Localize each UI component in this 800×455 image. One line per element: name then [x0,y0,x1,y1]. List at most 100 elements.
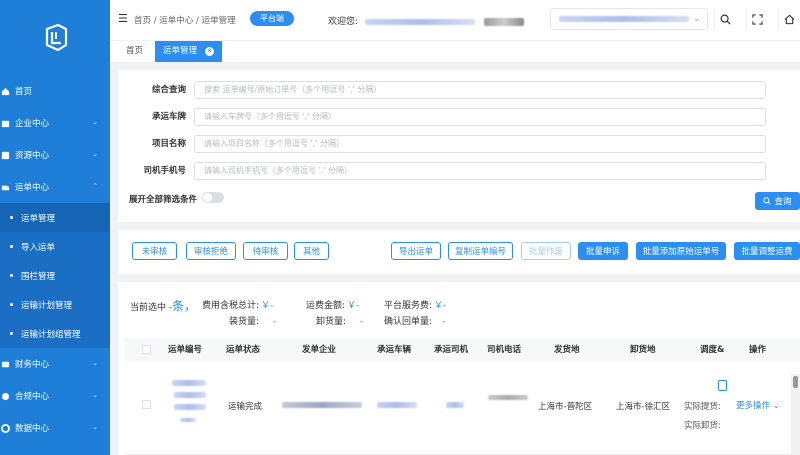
freight-label: 运费金额: [306,301,346,311]
tab-label: 运单管理 [163,46,198,56]
general-search-input[interactable]: 搜索 运单编号/原始订单号（多个用逗号 ',' 分隔） [194,81,766,99]
column-header[interactable]: 运单编号 [168,338,202,362]
review-rejected-filter-button[interactable]: 审核拒绝 [186,242,236,260]
data-icon [0,423,10,433]
chevron-down-icon: ⌄ [92,391,98,399]
bullet-icon [10,274,13,277]
chevron-down-icon: ⌄ [772,401,780,411]
page-tabs: 首页 运单管理 ✕ [110,40,800,62]
bullet-icon [10,216,13,219]
sidebar-item-resource[interactable]: 资源中心 ⌄ [0,139,110,171]
close-icon[interactable]: ✕ [205,47,215,56]
column-header: 发单企业 [302,345,337,355]
batch-void-button[interactable]: 批量作废 [521,242,571,260]
redacted-waybill-number[interactable] [172,380,206,386]
sidebar-item-label: 企业中心 [15,119,50,129]
select-all-checkbox[interactable] [142,345,151,354]
breadcrumb: 首页 / 运单中心 / 运单管理 [134,16,236,26]
filter-panel: 综合查询 搜索 运单编号/原始订单号（多个用逗号 ',' 分隔） 承运车牌 请输… [118,70,800,222]
sidebar-subitem-import[interactable]: 导入运单 [0,232,110,261]
project-input[interactable]: 请输入项目名称（多个用逗号 ',' 分隔） [194,135,766,153]
sidebar-item-label: 数据中心 [15,424,50,434]
sidebar-item-label: 财务中心 [15,360,50,370]
sidebar-item-label: 运单中心 [15,183,50,193]
bullet-icon [10,332,13,335]
other-filter-button[interactable]: 其他 [294,242,329,260]
redacted-waybill-number [180,418,196,422]
freight-value: ￥- [347,301,360,311]
query-button-label: 查询 [774,197,792,207]
chevron-down-icon: ⌄ [92,359,98,367]
unreviewed-filter-button[interactable]: 未审核 [132,242,177,260]
batch-appeal-button[interactable]: 批量申诉 [578,242,628,260]
welcome-text: 欢迎您: [328,14,524,27]
column-header: 承运车辆 [377,345,412,355]
freight-total: 运费金额: ￥- [306,298,359,311]
sidebar-item-company[interactable]: 企业中心 ⌄ [0,107,110,139]
expand-filters-toggle[interactable] [202,192,224,203]
receipt-total: 确认回单量: - [384,314,445,327]
sidebar-subitem-label: 围栏管理 [21,271,56,282]
plate-input[interactable]: 请输入车牌号（多个用逗号 ',' 分隔） [194,108,766,126]
fullscreen-icon[interactable] [746,8,768,30]
tab-home[interactable]: 首页 [118,41,151,62]
sidebar-item-label: 首页 [15,87,33,97]
top-bar: ☰ 首页 / 运单中心 / 运单管理 平台端 欢迎您: ⌄ [110,0,800,40]
fee-total: 费用含税总计: ￥- [202,298,273,311]
sidebar-item-home[interactable]: 首页 [0,75,110,107]
sidebar-subitem-label: 运单管理 [21,213,56,224]
vertical-scrollbar[interactable] [791,374,800,455]
breadcrumb-item[interactable]: 首页 [134,16,151,26]
breadcrumb-item[interactable]: 运单中心 [159,16,193,26]
table-header: 运单编号 运单状态 发单企业 承运车辆 承运司机 司机电话 发货地 卸货地 调度… [124,338,800,362]
row-checkbox[interactable] [142,400,151,409]
sidebar-subitem-waybill-manage[interactable]: 运单管理 [0,203,110,232]
copy-waybill-number-button[interactable]: 复制运单编号 [448,242,513,260]
sidebar-subitem-fence[interactable]: 围栏管理 [0,261,110,290]
app-logo[interactable] [0,0,110,75]
actual-load-label: 实际提货: [684,402,721,412]
more-operations-link[interactable]: 更多操作 ⌄ [736,399,780,411]
bullet-icon [10,303,13,306]
sidebar-subitem-plan-group[interactable]: 运输计划组管理 [0,319,110,348]
dispatch-doc-icon[interactable] [718,380,727,391]
redacted-company-cell [282,402,362,408]
home-shortcut-icon[interactable] [778,8,800,30]
redacted-waybill-number [174,404,206,410]
selected-label: 当前选中 - [130,303,173,313]
company-select[interactable]: ⌄ [550,8,708,30]
sidebar-item-waybill[interactable]: 运单中心 ⌃ [0,171,110,203]
batch-add-original-number-button[interactable]: 批量添加原始运单号 [636,242,726,260]
column-header: 运单状态 [226,345,261,355]
sidebar-item-compliance[interactable]: 合规中心 ⌄ [0,380,110,412]
menu-toggle-icon[interactable]: ☰ [118,12,128,25]
sidebar-item-label: 资源中心 [15,151,50,161]
receipt-value: - [442,317,446,327]
redacted-phone-cell [488,395,528,400]
action-bar: 未审核 审核拒绝 待审核 其他 导出运单 复制运单编号 批量作废 批量申诉 批量… [118,230,800,274]
column-header: 调度& [700,345,725,355]
column-header: 发货地 [554,345,580,355]
chevron-down-icon: ⌄ [92,423,98,431]
sidebar-item-data[interactable]: 数据中心 ⌄ [0,412,110,444]
search-icon[interactable] [714,8,736,30]
filter-label: 项目名称 [151,139,186,149]
expand-filters-label: 展开全部筛选条件 [129,195,198,205]
service-label: 平台服务费: [384,301,433,311]
query-button[interactable]: 查询 [755,192,800,210]
tab-waybill-manage[interactable]: 运单管理 ✕ [155,41,223,62]
unload-label: 卸货量: [316,317,347,327]
sidebar-item-finance[interactable]: 财务中心 ⌄ [0,348,110,380]
platform-badge: 平台端 [250,11,294,26]
unload-total: 卸货量: - [316,314,363,327]
breadcrumb-item: 运单管理 [201,16,236,26]
fee-label: 费用含税总计: [202,301,260,311]
batch-adjust-freight-button[interactable]: 批量调整运费 [734,242,800,260]
sidebar-subitem-plan[interactable]: 运输计划管理 [0,290,110,319]
export-waybill-button[interactable]: 导出运单 [391,242,441,260]
destination-cell: 上海市-徐汇区 [616,402,671,412]
scrollbar-thumb[interactable] [793,376,798,388]
driver-phone-input[interactable]: 请输入司机手机号（多个用逗号 ',' 分隔） [194,162,766,180]
table-row[interactable]: 运输完成 上海市-普陀区 上海市-徐汇区 实际提货: 实际卸货: 更多操作 ⌄ [124,362,800,455]
pending-review-filter-button[interactable]: 待审核 [243,242,288,260]
